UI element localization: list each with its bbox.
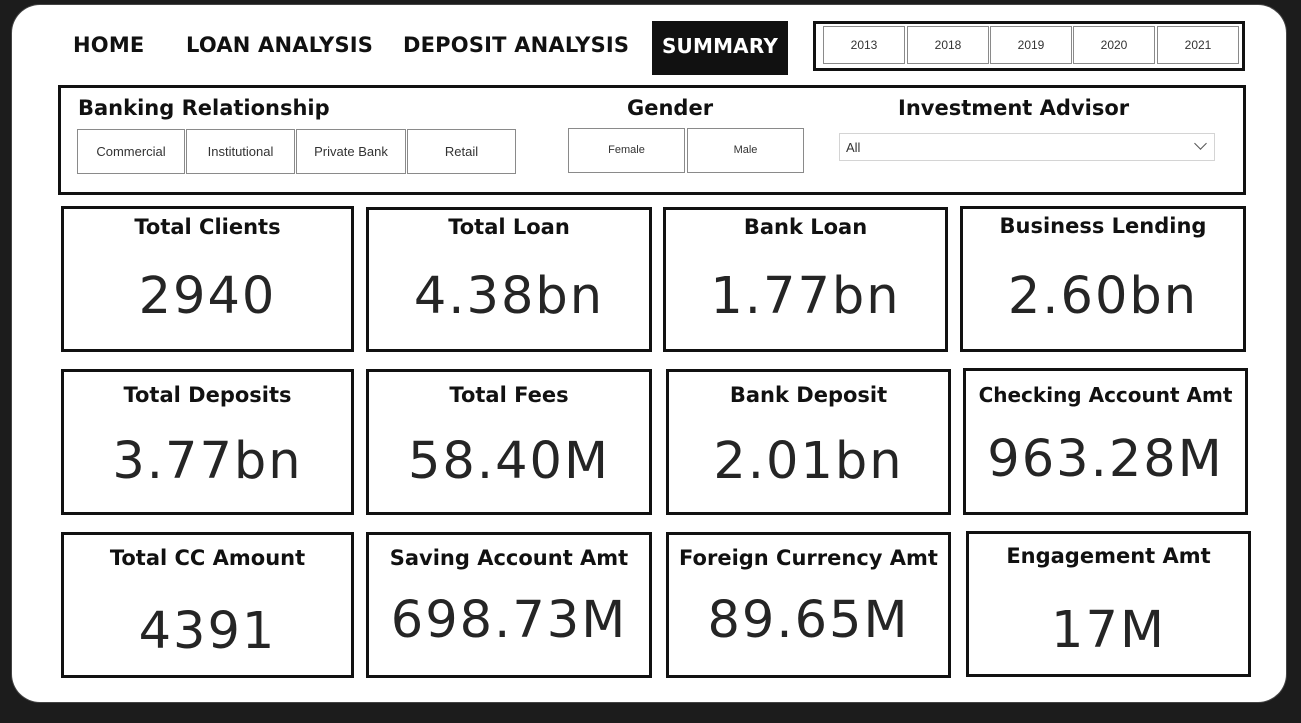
relationship-retail-button[interactable]: Retail bbox=[407, 129, 516, 174]
card-value: 2940 bbox=[138, 267, 277, 326]
card-value: 963.28M bbox=[987, 430, 1224, 489]
nav-home[interactable]: HOME bbox=[73, 28, 144, 62]
nav-summary[interactable]: SUMMARY bbox=[652, 21, 788, 75]
card-title: Total Clients bbox=[134, 215, 281, 239]
card-saving-account-amt: Saving Account Amt 698.73M bbox=[366, 532, 652, 678]
year-button-2018[interactable]: 2018 bbox=[907, 26, 989, 64]
card-checking-account-amt: Checking Account Amt 963.28M bbox=[963, 368, 1248, 515]
card-value: 17M bbox=[1051, 601, 1166, 660]
year-button-2013[interactable]: 2013 bbox=[823, 26, 905, 64]
card-total-cc-amount: Total CC Amount 4391 bbox=[61, 532, 354, 678]
card-title: Total CC Amount bbox=[109, 546, 306, 570]
gender-title: Gender bbox=[627, 96, 714, 120]
year-button-2019[interactable]: 2019 bbox=[990, 26, 1072, 64]
card-title: Total Fees bbox=[449, 383, 569, 407]
card-value: 1.77bn bbox=[710, 267, 901, 326]
card-title: Bank Deposit bbox=[729, 383, 888, 407]
card-total-fees: Total Fees 58.40M bbox=[366, 369, 652, 515]
gender-female-button[interactable]: Female bbox=[568, 128, 685, 173]
card-bank-loan: Bank Loan 1.77bn bbox=[663, 207, 948, 352]
card-engagement-amt: Engagement Amt 17M bbox=[966, 531, 1251, 677]
card-total-deposits: Total Deposits 3.77bn bbox=[61, 369, 354, 515]
banking-relationship-title: Banking Relationship bbox=[78, 96, 330, 120]
gender-male-button[interactable]: Male bbox=[687, 128, 804, 173]
card-title: Business Lending bbox=[999, 214, 1207, 238]
year-button-2020[interactable]: 2020 bbox=[1073, 26, 1155, 64]
card-value: 4391 bbox=[138, 602, 277, 661]
card-value: 3.77bn bbox=[112, 432, 303, 491]
card-foreign-currency-amt: Foreign Currency Amt 89.65M bbox=[666, 532, 951, 678]
card-bank-deposit: Bank Deposit 2.01bn bbox=[666, 369, 951, 515]
card-title: Total Deposits bbox=[123, 383, 292, 407]
card-title: Engagement Amt bbox=[1006, 544, 1211, 568]
relationship-commercial-button[interactable]: Commercial bbox=[77, 129, 185, 174]
investment-advisor-selected: All bbox=[846, 140, 861, 155]
relationship-institutional-button[interactable]: Institutional bbox=[186, 129, 295, 174]
card-business-lending: Business Lending 2.60bn bbox=[960, 206, 1246, 352]
investment-advisor-dropdown[interactable]: All bbox=[839, 133, 1215, 161]
card-value: 2.60bn bbox=[1007, 267, 1199, 326]
card-title: Checking Account Amt bbox=[978, 383, 1233, 407]
card-value: 2.01bn bbox=[713, 432, 904, 491]
investment-advisor-title: Investment Advisor bbox=[898, 96, 1130, 120]
year-button-2021[interactable]: 2021 bbox=[1157, 26, 1239, 64]
card-value: 4.38bn bbox=[413, 267, 605, 326]
relationship-private-bank-button[interactable]: Private Bank bbox=[296, 129, 406, 174]
card-title: Bank Loan bbox=[743, 215, 868, 239]
card-title: Foreign Currency Amt bbox=[679, 546, 938, 570]
card-value: 89.65M bbox=[707, 591, 910, 650]
chevron-down-icon bbox=[1194, 137, 1207, 150]
card-title: Saving Account Amt bbox=[389, 546, 629, 570]
card-value: 698.73M bbox=[390, 591, 628, 650]
nav-deposit-analysis[interactable]: DEPOSIT ANALYSIS bbox=[403, 28, 629, 62]
nav-loan-analysis[interactable]: LOAN ANALYSIS bbox=[186, 28, 373, 62]
card-total-clients: Total Clients 2940 bbox=[61, 206, 354, 352]
card-value: 58.40M bbox=[407, 432, 610, 491]
card-title: Total Loan bbox=[448, 215, 570, 239]
card-total-loan: Total Loan 4.38bn bbox=[366, 207, 652, 352]
